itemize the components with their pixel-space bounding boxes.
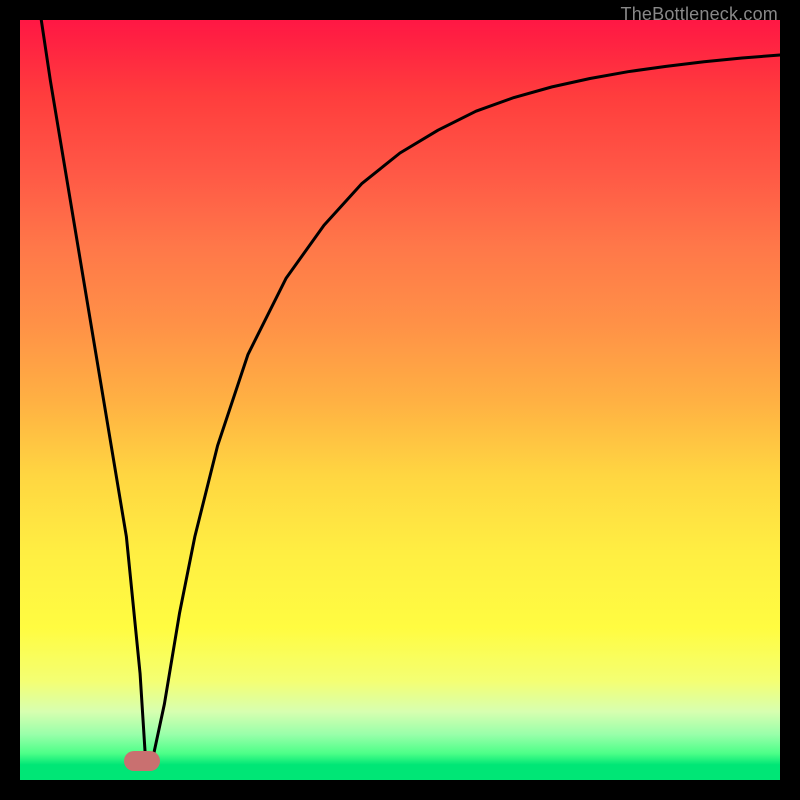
watermark-text: TheBottleneck.com: [621, 4, 778, 25]
chart-container: TheBottleneck.com: [0, 0, 800, 800]
bottleneck-curve: [41, 20, 780, 757]
optimal-marker: [124, 751, 160, 771]
plot-area: [20, 20, 780, 780]
curve-svg: [20, 20, 780, 780]
